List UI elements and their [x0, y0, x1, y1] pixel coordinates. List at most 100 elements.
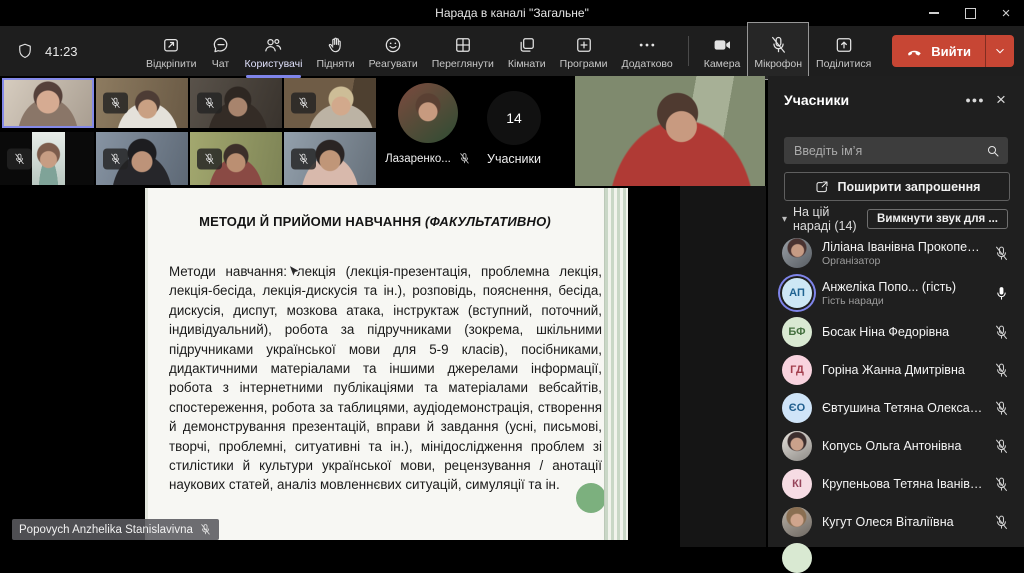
presenter-video[interactable]: [575, 76, 765, 186]
avatar-photo: [782, 431, 812, 461]
meeting-info: 41:23: [16, 42, 78, 60]
hangup-phone-icon: [906, 43, 923, 60]
window-title: Нарада в каналі "Загальне": [0, 6, 1024, 20]
minimize-button[interactable]: [916, 0, 952, 26]
participant-name: Анжеліка Попо... (гість): [822, 280, 983, 294]
video-tile[interactable]: [190, 78, 282, 128]
search-icon[interactable]: [978, 143, 1008, 159]
participant-row[interactable]: БФ Босак Ніна Федорівна: [768, 313, 1024, 351]
slide-body-text: Методи навчання: лекція (лекція-презента…: [169, 262, 602, 495]
avatar-initials: БФ: [782, 317, 812, 347]
leave-button-group: Вийти: [892, 35, 1014, 67]
share-invite-button[interactable]: Поширити запрошення: [784, 172, 1010, 201]
video-tile[interactable]: [284, 78, 376, 128]
participants-count-bubble[interactable]: 14: [487, 91, 541, 145]
participant-name: Ліліана Іванівна Прокопенко: [822, 240, 983, 254]
panel-more-button[interactable]: ●●●: [962, 95, 988, 105]
more-dots-icon: [637, 35, 657, 55]
close-button[interactable]: ×: [988, 0, 1024, 26]
participant-search-input[interactable]: [784, 144, 978, 158]
mic-muted-icon: [993, 400, 1010, 417]
mic-muted-icon: [768, 35, 789, 55]
video-tile[interactable]: [190, 132, 282, 185]
collapse-caret-icon[interactable]: ▾: [782, 214, 787, 225]
toolbar-items: Відкріпити Чат Користувачі Підняти Реагу…: [139, 26, 878, 76]
shield-icon: [16, 42, 34, 60]
toolbar-item-microphone[interactable]: Мікрофон: [747, 22, 809, 80]
toolbar-item-camera[interactable]: Камера: [697, 22, 748, 80]
slide-heading-note: (ФАКУЛЬТАТИВНО): [425, 214, 551, 229]
stage-background: [680, 186, 766, 547]
toolbar-item-share[interactable]: Поділитися: [809, 22, 878, 80]
participant-row[interactable]: Ліліана Іванівна Прокопенко Організатор: [768, 233, 1024, 273]
video-tile[interactable]: [284, 132, 376, 185]
meeting-toolbar: 41:23 Відкріпити Чат Користувачі Підняти…: [0, 26, 1024, 76]
portrait-video: [32, 132, 65, 185]
participant-search: [784, 137, 1008, 164]
video-tile-active-speaker[interactable]: [2, 78, 94, 128]
mic-on-icon: [993, 285, 1010, 302]
toolbar-item-people[interactable]: Користувачі: [238, 22, 310, 80]
minimize-icon: [929, 12, 939, 14]
participant-row[interactable]: КІ Крупеньова Тетяна Іванівна: [768, 465, 1024, 503]
window-controls: ×: [916, 0, 1024, 26]
toolbar-item-view[interactable]: Переглянути: [425, 22, 501, 80]
unpin-icon: [161, 35, 181, 55]
share-invite-icon: [814, 179, 830, 195]
toolbar-item-unpin[interactable]: Відкріпити: [139, 22, 203, 80]
participant-row[interactable]: Копусь Ольга Антонівна: [768, 427, 1024, 465]
toolbar-item-rooms[interactable]: Кімнати: [501, 22, 553, 80]
avatar-photo: [782, 238, 812, 268]
mic-muted-icon: [199, 523, 212, 536]
participant-name: Босак Ніна Федорівна: [822, 325, 983, 339]
video-tile[interactable]: [96, 132, 188, 185]
toolbar-item-raise-hand[interactable]: Підняти: [309, 22, 361, 80]
video-tile[interactable]: [96, 78, 188, 128]
participant-avatar-partial: [782, 543, 812, 573]
mute-all-button[interactable]: Вимкнути звук для ...: [867, 209, 1008, 229]
panel-close-button[interactable]: ×: [988, 90, 1014, 110]
mic-muted-icon: [993, 245, 1010, 262]
participant-role: Організатор: [822, 255, 983, 267]
apps-icon: [574, 35, 594, 55]
people-icon: [263, 35, 283, 55]
mic-muted-icon: [197, 93, 222, 114]
participant-row[interactable]: АП Анжеліка Попо... (гість) Гість наради: [768, 273, 1024, 313]
participants-panel: Учасники ●●● × Поширити запрошення ▾ На …: [768, 76, 1024, 547]
toolbar-divider: [688, 36, 689, 66]
mouse-cursor-icon: [288, 264, 301, 283]
maximize-button[interactable]: [952, 0, 988, 26]
chevron-down-icon: [993, 44, 1007, 58]
raise-hand-icon: [326, 35, 346, 55]
participant-role: Гість наради: [822, 295, 983, 307]
mic-muted-icon: [993, 362, 1010, 379]
mic-muted-icon: [993, 476, 1010, 493]
participants-bubble-label: Учасники: [462, 152, 566, 166]
toolbar-item-chat[interactable]: Чат: [204, 22, 238, 80]
toolbar-item-more[interactable]: Додатково: [614, 22, 679, 80]
leave-button[interactable]: Вийти: [892, 35, 985, 67]
participant-name: Копусь Ольга Антонівна: [822, 439, 983, 453]
avatar-initials: АП: [782, 278, 812, 308]
toolbar-item-apps[interactable]: Програми: [553, 22, 615, 80]
in-meeting-section: ▾ На цій нараді (14) Вимкнути звук для .…: [782, 207, 1008, 231]
avatar-photo: [782, 507, 812, 537]
participant-row[interactable]: ГД Горіна Жанна Дмитрівна: [768, 351, 1024, 389]
participant-name: Євтушина Тетяна Олександрівна: [822, 401, 983, 415]
toolbar-item-react[interactable]: Реагувати: [362, 22, 425, 80]
participant-name: Кугут Олеся Віталіївна: [822, 515, 983, 529]
slide-heading: МЕТОДИ Й ПРИЙОМИ НАВЧАННЯ (ФАКУЛЬТАТИВНО…: [158, 214, 592, 229]
presenter-name-label: Popovych Anzhelika Stanislavivna: [12, 519, 219, 540]
shared-document-slide: МЕТОДИ Й ПРИЙОМИ НАВЧАННЯ (ФАКУЛЬТАТИВНО…: [145, 188, 628, 540]
leave-options-button[interactable]: [985, 35, 1014, 67]
mic-muted-icon: [103, 148, 128, 169]
rooms-icon: [517, 35, 537, 55]
view-grid-icon: [453, 35, 473, 55]
meeting-timer: 41:23: [45, 44, 78, 59]
maximize-icon: [965, 8, 976, 19]
section-label: На цій нараді (14): [793, 205, 867, 233]
video-tile[interactable]: [0, 132, 94, 185]
participant-row[interactable]: ЄО Євтушина Тетяна Олександрівна: [768, 389, 1024, 427]
floating-participant-avatar[interactable]: [398, 83, 458, 143]
participant-row[interactable]: Кугут Олеся Віталіївна: [768, 503, 1024, 541]
